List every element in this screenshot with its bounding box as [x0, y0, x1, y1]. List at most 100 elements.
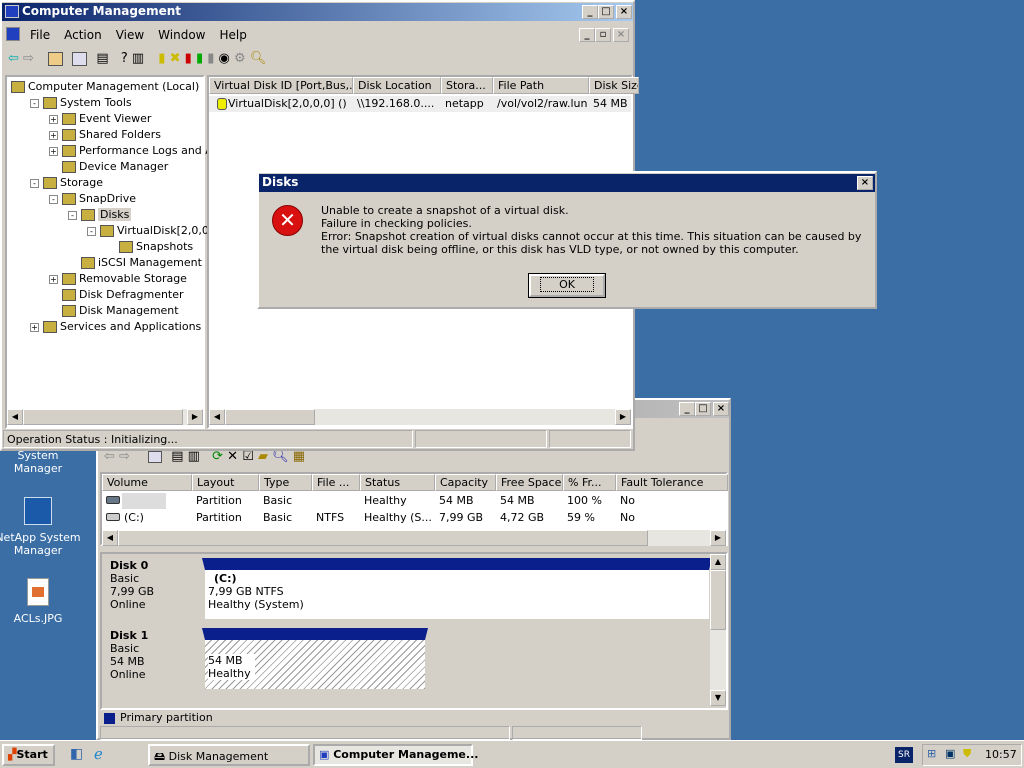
snapshot-icon[interactable]: ◉ [219, 51, 230, 66]
volume-row[interactable]: Partition Basic Healthy 54 MB 54 MB 100 % No [102, 493, 726, 509]
language-indicator[interactable]: SR [895, 747, 913, 763]
column-header[interactable]: Type [259, 474, 312, 491]
disconnect-disk-icon[interactable]: ✖ [170, 51, 181, 66]
minimize-button[interactable]: _ [582, 5, 598, 19]
expand-icon[interactable]: + [49, 146, 58, 156]
desktop-icon-netapp-system-manager[interactable]: NetApp System Manager [0, 531, 84, 557]
expand-disk-icon[interactable]: ▮ [207, 51, 214, 66]
open-icon[interactable]: ▰ [258, 449, 268, 464]
column-header[interactable]: Disk Size [589, 77, 639, 94]
collapse-icon[interactable]: - [49, 194, 58, 204]
dialog-close-button[interactable]: × [857, 176, 873, 190]
volume-row[interactable]: (C:) Partition Basic NTFS Healthy (S... 7,99 … [102, 510, 726, 526]
close-button[interactable]: × [713, 402, 729, 416]
tree-item[interactable]: + Event Viewer [49, 111, 151, 127]
disk-info[interactable]: Disk 1 Basic 54 MB Online [104, 626, 200, 694]
partition-block[interactable]: 54 MB Healthy [202, 628, 428, 692]
back-icon[interactable]: ⇦ [104, 449, 115, 464]
menu-file[interactable]: File [30, 28, 50, 42]
child-restore-button[interactable]: ▫ [595, 28, 611, 42]
ok-button[interactable]: OK [528, 273, 606, 298]
properties-icon[interactable]: ☑ [242, 449, 254, 464]
up-folder-icon[interactable] [48, 51, 64, 66]
tree-item[interactable]: Disk Defragmenter [49, 287, 184, 303]
clock[interactable]: 10:57 [985, 748, 1017, 761]
tree-item[interactable]: - Storage [30, 175, 103, 191]
network-icon[interactable]: ⊞ [927, 747, 936, 760]
menu-action[interactable]: Action [64, 28, 102, 42]
settings-icon[interactable]: ▦ [293, 449, 305, 464]
minimize-button[interactable]: _ [679, 402, 695, 416]
delete-disk-icon[interactable]: ▮ [185, 51, 192, 66]
start-button[interactable]: ▞Start [2, 744, 55, 766]
maximize-button[interactable]: □ [598, 5, 614, 19]
expand-icon[interactable]: + [49, 130, 58, 140]
column-header[interactable]: File Path [493, 77, 589, 94]
expand-icon[interactable]: + [30, 322, 39, 332]
quick-launch-icon[interactable]: ◧ [70, 746, 83, 762]
column-header[interactable]: Stora... [441, 77, 493, 94]
export-icon[interactable]: ▤ [96, 51, 108, 66]
jpg-file-icon[interactable] [27, 578, 49, 606]
tree-hscroll[interactable]: ◀ ▶ [7, 409, 203, 425]
tree-item[interactable]: + Services and Applications [30, 319, 201, 335]
collapse-icon[interactable]: - [68, 210, 77, 220]
column-header[interactable]: Layout [192, 474, 259, 491]
column-header[interactable]: Volume [102, 474, 192, 491]
tree-item[interactable]: Snapshots [106, 239, 193, 255]
column-header[interactable]: File ... [312, 474, 360, 491]
list-hscroll[interactable]: ◀ ▶ [209, 409, 631, 425]
search-icon[interactable]: 🔍︎ [250, 51, 267, 66]
display-icon[interactable]: ▣ [945, 747, 955, 760]
connect-disk-icon[interactable]: ▮ [196, 51, 203, 66]
expand-icon[interactable]: + [49, 114, 58, 124]
console-tree-icon[interactable] [72, 51, 88, 66]
column-header[interactable]: Fault Tolerance [616, 474, 728, 491]
column-header[interactable]: % Fr... [563, 474, 616, 491]
console-tree-icon[interactable] [148, 450, 163, 463]
collapse-icon[interactable]: - [87, 226, 96, 236]
menu-view[interactable]: View [116, 28, 144, 42]
title-bar[interactable]: Computer Management [2, 3, 633, 21]
child-minimize-button[interactable]: _ [579, 28, 595, 42]
delete-icon[interactable]: ✕ [227, 449, 238, 464]
disk-info[interactable]: Disk 0 Basic 7,99 GB Online [104, 556, 200, 624]
create-disk-icon[interactable]: ▮ [158, 51, 165, 66]
help-icon[interactable]: ▤ [171, 449, 183, 464]
action-pane-icon[interactable]: ▥ [132, 51, 144, 66]
desktop-icon-acls-jpg[interactable]: ACLs.JPG [0, 612, 84, 625]
forward-icon[interactable]: ⇨ [119, 449, 130, 464]
tree-item[interactable]: + Shared Folders [49, 127, 161, 143]
collapse-icon[interactable]: - [30, 98, 39, 108]
tree-item[interactable]: - Disks [68, 207, 132, 223]
tree-item[interactable]: - SnapDrive [49, 191, 136, 207]
desktop-icon-system-manager[interactable]: System Manager [0, 449, 84, 475]
tree-item[interactable]: Disk Management [49, 303, 179, 319]
explore-icon[interactable]: 🔍︎ [272, 449, 289, 464]
child-close-button[interactable]: × [613, 28, 629, 42]
graphical-vscroll[interactable]: ▲ ▼ [710, 554, 726, 706]
action-pane-icon[interactable]: ▥ [188, 449, 200, 464]
table-row[interactable]: VirtualDisk[2,0,0,0] () \\192.168.0.... ne… [209, 96, 631, 112]
column-header[interactable]: Status [360, 474, 435, 491]
volume-list-hscroll[interactable]: ◀ ▶ [102, 530, 726, 546]
task-disk-management[interactable]: 🖴 Disk Management [148, 744, 310, 766]
tree-item[interactable]: Device Manager [49, 159, 168, 175]
help-icon[interactable]: ? [121, 51, 128, 66]
refresh-icon[interactable]: ⟳ [212, 449, 223, 464]
menu-window[interactable]: Window [158, 28, 205, 42]
security-shield-icon[interactable]: ⛊ [963, 747, 971, 761]
maximize-button[interactable]: □ [695, 402, 711, 416]
close-button[interactable]: × [616, 5, 632, 19]
forward-icon[interactable]: ⇨ [23, 51, 34, 66]
internet-explorer-icon[interactable]: ℯ [94, 745, 103, 763]
dialog-title-bar[interactable]: Disks [259, 174, 875, 192]
tree-item[interactable]: Computer Management (Local) [11, 79, 199, 95]
column-header[interactable]: Disk Location [353, 77, 441, 94]
column-header[interactable]: Free Space [496, 474, 563, 491]
iscsi-icon[interactable]: ⚙ [234, 51, 246, 66]
tree-item[interactable]: + Removable Storage [49, 271, 187, 287]
menu-help[interactable]: Help [220, 28, 247, 42]
task-computer-management[interactable]: ▣ Computer Manageme... [313, 744, 478, 766]
back-icon[interactable]: ⇦ [8, 51, 19, 66]
